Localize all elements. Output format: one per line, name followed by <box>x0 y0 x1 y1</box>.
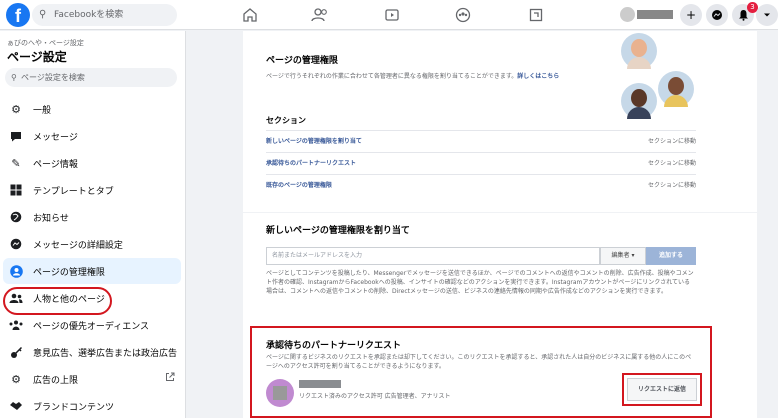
external-link-icon <box>165 372 175 385</box>
page-roles-title: ページの管理権限 <box>266 56 338 66</box>
sidebar-item-label: お知らせ <box>33 213 69 224</box>
avatar-face <box>631 39 647 57</box>
top-navigation-bar: f ⚲ Facebookを検索 + 3 <box>0 0 778 30</box>
settings-search-input[interactable]: ⚲ ページ設定を検索 <box>5 68 177 87</box>
sidebar-item-label: 意見広告、選挙広告または政治広告 <box>33 348 178 359</box>
highlight-annotation-oval <box>3 287 112 315</box>
assign-role-title: 新しいページの管理権限を割り当て <box>266 226 410 236</box>
sections-label: セクション <box>266 116 306 125</box>
sidebar-item-preferred-audience[interactable]: ページの優先オーディエンス <box>3 312 181 338</box>
section-link-existing-roles[interactable]: 既存のページの管理権限 <box>266 180 332 189</box>
sidebar-item-label: メッセージの詳細設定 <box>33 240 123 251</box>
sidebar-item-notifications[interactable]: お知らせ <box>3 204 181 230</box>
facebook-search-input[interactable]: ⚲ Facebookを検索 <box>32 4 177 26</box>
name-or-email-input[interactable]: 名前またはメールアドレスを入力 <box>266 247 600 265</box>
go-to-section-link[interactable]: セクションに移動 <box>648 136 696 145</box>
breadcrumb[interactable]: ぁびのへや・ページ設定 <box>7 38 84 48</box>
page-roles-card: ページの管理権限 ページで行うそれぞれの作業に合わせて各管理者に異なる権限を割り… <box>243 31 757 212</box>
sidebar-item-political-ads[interactable]: 意見広告、選挙広告または政治広告 <box>3 339 181 365</box>
go-to-section-link[interactable]: セクションに移動 <box>648 180 696 189</box>
illustration-avatar-3 <box>621 83 657 119</box>
sidebar-item-label: ブランドコンテンツ <box>33 402 115 413</box>
facebook-logo[interactable]: f <box>6 3 30 27</box>
sidebar-item-page-roles[interactable]: ページの管理権限 <box>3 258 181 284</box>
avatar-face <box>631 89 647 107</box>
watch-icon[interactable] <box>382 5 402 25</box>
search-icon: ⚲ <box>39 9 47 20</box>
section-row: 既存のページの管理権限 セクションに移動 <box>266 174 696 195</box>
friends-icon[interactable] <box>310 5 330 25</box>
assign-role-card: 新しいページの管理権限を割り当て 名前またはメールアドレスを入力 編集者 ▾ 追… <box>243 213 757 313</box>
message-icon <box>9 129 23 143</box>
groups-icon[interactable] <box>453 5 473 25</box>
illustration-avatar-2 <box>658 71 694 107</box>
profile-name-redacted[interactable] <box>637 10 673 19</box>
section-link-assign-roles[interactable]: 新しいページの管理権限を割り当て <box>266 136 362 145</box>
sidebar-item-ad-limits[interactable]: ⚙ 広告の上限 <box>3 366 181 392</box>
sidebar-item-branded-content[interactable]: ブランドコンテンツ <box>3 393 181 418</box>
sidebar-item-label: ページ情報 <box>33 159 78 170</box>
settings-search-placeholder: ページ設定を検索 <box>21 73 85 82</box>
illustration-avatar-1 <box>621 33 657 69</box>
gear-icon: ⚙ <box>11 102 21 116</box>
avatar-face <box>668 77 684 95</box>
person-icon <box>9 264 23 278</box>
avatar-body <box>664 95 688 107</box>
sidebar-item-label: ページの優先オーディエンス <box>33 321 150 332</box>
sidebar-item-label: ページの管理権限 <box>33 267 105 278</box>
settings-icon: ⚙ <box>11 372 21 386</box>
sidebar-item-general[interactable]: ⚙ 一般 <box>3 96 181 122</box>
account-menu-chevron-icon[interactable] <box>756 4 778 26</box>
sidebar-item-label: 広告の上限 <box>33 375 79 386</box>
search-icon: ⚲ <box>11 73 17 82</box>
messenger-icon[interactable] <box>706 4 728 26</box>
settings-sidebar: ぁびのへや・ページ設定 ページ設定 ⚲ ページ設定を検索 ⚙ 一般 メッセージ … <box>0 31 186 418</box>
audience-icon <box>9 318 23 332</box>
section-link-pending-requests[interactable]: 承認待ちのパートナーリクエスト <box>266 158 356 167</box>
pencil-icon: ✎ <box>11 156 21 170</box>
highlight-annotation-box <box>250 326 712 418</box>
pages-icon[interactable] <box>526 5 546 25</box>
role-select-dropdown[interactable]: 編集者 ▾ <box>600 247 646 265</box>
grid-icon <box>9 183 23 197</box>
sidebar-item-label: 一般 <box>33 105 52 116</box>
section-row: 新しいページの管理権限を割り当て セクションに移動 <box>266 130 696 151</box>
sidebar-item-advanced-messaging[interactable]: メッセージの詳細設定 <box>3 231 181 257</box>
sidebar-item-label: テンプレートとタブ <box>33 186 114 197</box>
key-icon <box>9 345 23 359</box>
section-row: 承認待ちのパートナーリクエスト セクションに移動 <box>266 152 696 173</box>
search-placeholder: Facebookを検索 <box>54 10 124 20</box>
add-button[interactable]: 追加する <box>646 247 696 265</box>
avatar-body <box>627 107 651 119</box>
globe-icon <box>9 210 23 224</box>
profile-avatar[interactable] <box>620 7 635 22</box>
sidebar-item-messages[interactable]: メッセージ <box>3 123 181 149</box>
page-roles-description: ページで行うそれぞれの作業に合わせて各管理者に異なる権限を割り当てることができま… <box>266 72 641 81</box>
sidebar-item-templates-tabs[interactable]: テンプレートとタブ <box>3 177 181 203</box>
go-to-section-link[interactable]: セクションに移動 <box>648 158 696 167</box>
page-title: ページ設定 <box>7 50 67 64</box>
learn-more-link[interactable]: 詳しくはこちら <box>517 73 559 80</box>
handshake-icon <box>9 399 23 413</box>
sidebar-item-page-info[interactable]: ✎ ページ情報 <box>3 150 181 176</box>
assign-role-description: ページとしてコンテンツを投稿したり、Messengerでメッセージを送信できるほ… <box>266 270 694 295</box>
sidebar-item-label: メッセージ <box>33 132 78 143</box>
avatar-body <box>627 57 651 69</box>
page-roles-description-text: ページで行うそれぞれの作業に合わせて各管理者に異なる権限を割り当てることができま… <box>266 73 518 80</box>
create-plus-icon[interactable]: + <box>680 4 702 26</box>
home-icon[interactable] <box>240 5 260 25</box>
messenger-icon <box>9 237 23 251</box>
